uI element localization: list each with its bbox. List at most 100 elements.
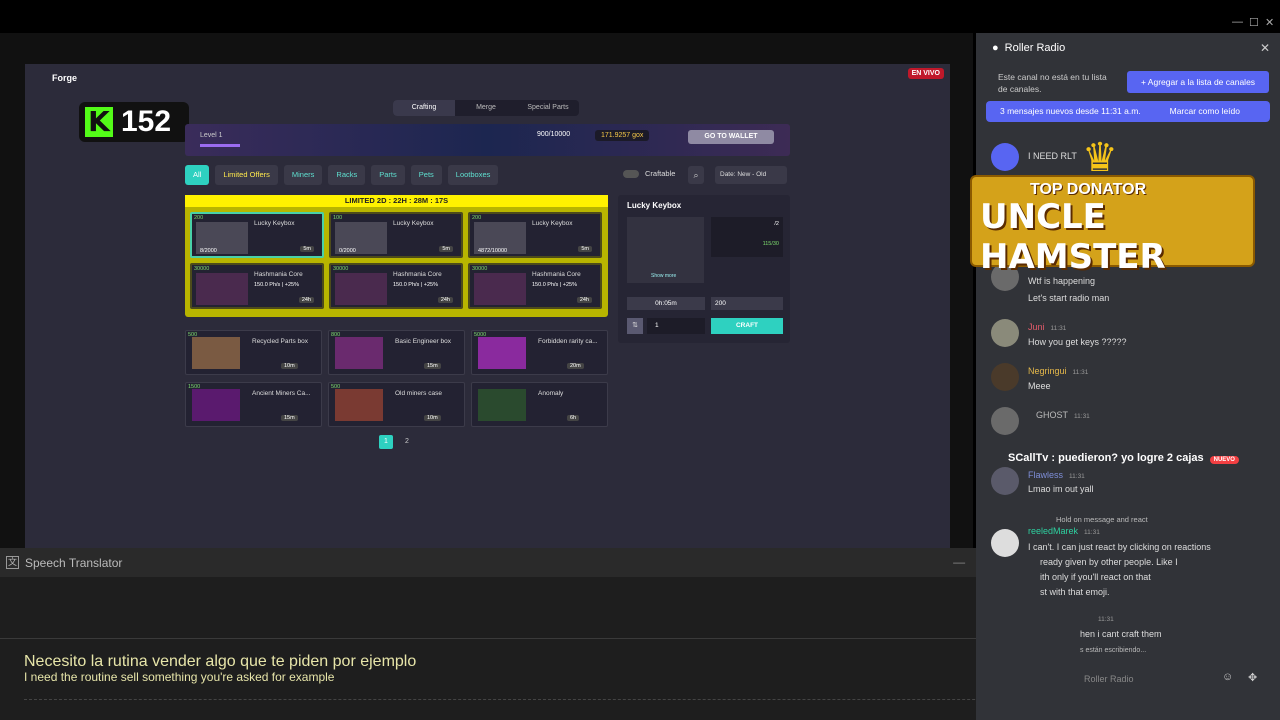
tab-special-parts[interactable]: Special Parts [517,100,579,116]
username: Negringui 11:31 [1028,366,1089,376]
pagination: 1 2 [379,435,414,449]
item-card[interactable]: 1500 Ancient Miners Ca... 15m [185,382,322,427]
craft-time: 0h:05m [627,297,705,310]
card-name: Recycled Parts box [252,338,308,345]
quantity-icon[interactable]: ⇅ [627,318,643,334]
tab-merge[interactable]: Merge [455,100,517,116]
mark-read-button[interactable]: Marcar como leído [1170,101,1240,122]
message-text: Let's start radio man [1028,293,1110,303]
item-card[interactable]: 5000 Forbidden rarity ca... 20m [471,330,608,375]
username: Flawless 11:31 [1028,470,1085,480]
card-price: 30000 [333,266,349,272]
card-name: Old miners case [395,390,442,397]
message-text: Meee [1028,381,1051,391]
username: Juni 11:31 [1028,322,1067,332]
filter-lootboxes[interactable]: Lootboxes [447,165,499,185]
filter-all[interactable]: All [185,165,210,185]
card-image [478,337,526,369]
close-icon[interactable]: ✕ [1265,16,1274,29]
channel-header: ● Roller Radio [976,33,1280,63]
translator-translated-text: I need the routine sell something you're… [24,670,335,684]
craft-button[interactable]: CRAFT [711,318,783,334]
item-grid: 500 Recycled Parts box 10m 800 Basic Engine… [185,330,608,427]
card-count: 0/2000 [339,248,356,254]
translator-source-text: Necesito la rutina vender algo que te pi… [24,653,417,670]
limited-card[interactable]: 100 Lucky Keybox 0/2000 5m [329,212,463,258]
limited-card[interactable]: 200 Lucky Keybox 4872/10000 5m [468,212,602,258]
card-image [478,389,526,421]
card-time: 10m [281,363,298,369]
show-more-link[interactable]: Show more [651,273,676,279]
minimize-icon[interactable]: — [953,555,965,569]
item-card[interactable]: Anomaly 6h [471,382,608,427]
card-image [335,273,387,305]
filter-miners[interactable]: Miners [283,165,323,185]
card-time: 24h [576,297,592,303]
card-time: 6h [567,415,580,421]
filter-racks[interactable]: Racks [328,165,366,185]
translator-titlebar: 文 Speech Translator [0,548,1082,577]
username: GHOST 11:31 [1036,410,1090,420]
limited-card[interactable]: 30000 Hashmania Core 150.0 Ph/s | +25% 24h [190,263,324,309]
divider [24,699,1050,700]
toggle-switch[interactable] [623,169,639,178]
card-time: 15m [281,415,298,421]
viewer-count: 152 [121,105,172,138]
message-time: 11:31 [1098,616,1114,623]
card-name: Ancient Miners Ca... [252,390,311,397]
message-text: How you get keys ????? [1028,337,1127,347]
item-card[interactable]: 800 Basic Engineer box 15m [328,330,465,375]
maximize-icon[interactable]: ☐ [1249,16,1259,29]
detail-image: Show more [627,217,704,283]
page-2-button[interactable]: 2 [400,435,414,449]
card-price: 30000 [194,266,210,272]
filter-limited-offers[interactable]: Limited Offers [215,165,278,185]
card-image [474,273,526,305]
page-1-button[interactable]: 1 [379,435,393,449]
add-channel-button[interactable]: + Agregar a la lista de canales [1127,71,1269,93]
avatar [991,407,1019,435]
new-messages-bar[interactable]: 3 mensajes nuevos desde 11:31 a.m. Marca… [986,101,1270,122]
item-card[interactable]: 500 Recycled Parts box 10m [185,330,322,375]
card-price: 100 [333,215,343,221]
limited-card[interactable]: 200 Lucky Keybox 8/2000 5m [190,212,324,258]
message-text: hen i cant craft them [1080,629,1162,639]
sort-dropdown[interactable]: Date: New - Old [715,166,787,184]
card-name: Lucky Keybox [393,220,434,227]
limited-card[interactable]: 30000 Hashmania Core 150.0 Ph/s | +25% 24h [329,263,463,309]
new-badge: NUEVO [1209,456,1239,464]
minimize-icon[interactable]: — [1232,16,1243,28]
item-card[interactable]: 500 Old miners case 10m [328,382,465,427]
level-progress [200,144,240,147]
card-image [335,389,383,421]
username: reeledMarek 11:31 [1028,526,1100,536]
craftable-toggle[interactable]: Craftable [623,169,675,178]
go-to-wallet-button[interactable]: GO TO WALLET [688,130,774,144]
tab-crafting[interactable]: Crafting [393,100,455,116]
limited-offers-panel: LIMITED 2D : 22H : 28M : 17S 200 Lucky Ke… [185,195,608,317]
filter-pets[interactable]: Pets [410,165,442,185]
card-name: Anomaly [538,390,564,397]
search-icon[interactable]: ⌕ [688,166,704,184]
card-stats: 150.0 Ph/s | +25% [254,282,300,288]
card-count: 4872/10000 [478,248,508,254]
card-time: 15m [424,363,441,369]
card-time: 5m [300,246,314,252]
quantity-input[interactable]: 1 [647,318,705,334]
translate-icon: 文 [6,556,19,569]
craft-cost: 200 [711,297,783,310]
item-detail-panel: Lucky Keybox Show more /2 115/30 0h:05m … [618,195,790,343]
detail-title: Lucky Keybox [627,201,682,210]
coin-balance[interactable]: 171.9257 gox [595,130,650,141]
card-stats: 150.0 Ph/s | +25% [532,282,578,288]
kick-viewer-overlay: K 152 [79,102,189,142]
kick-logo-icon: K [85,107,113,137]
filter-parts[interactable]: Parts [371,165,405,185]
close-icon[interactable]: ✕ [1260,41,1270,55]
translator-title: Speech Translator [25,555,123,570]
emoji-icon[interactable]: ☺ [1222,671,1233,683]
apps-icon[interactable]: ✥ [1248,671,1257,684]
limited-card[interactable]: 30000 Hashmania Core 150.0 Ph/s | +25% 24h [468,263,602,309]
donator-name: UNCLE HAMSTER [980,197,1166,277]
card-time: 5m [439,246,453,252]
